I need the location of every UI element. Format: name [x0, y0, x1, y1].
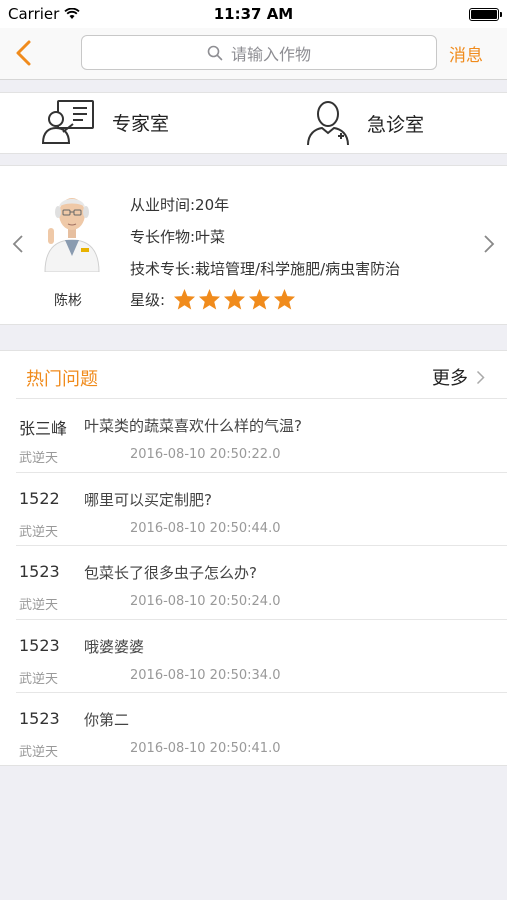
question-user: 1522: [19, 488, 60, 508]
question-text: 包菜长了很多虫子怎么办?: [84, 564, 257, 583]
expert-room-icon: [41, 100, 94, 144]
rating-label: 星级:: [130, 290, 166, 309]
chevron-left-icon: [12, 235, 23, 253]
back-button[interactable]: [10, 38, 40, 68]
chevron-right-icon: [476, 370, 485, 384]
expert-name: 陈彬: [54, 293, 82, 309]
question-item[interactable]: 1522 哪里可以买定制肥? 武逆天 2016-08-10 20:50:44.0: [16, 473, 507, 547]
status-bar: Carrier 11:37 AM: [0, 0, 507, 28]
star-icon: [249, 288, 271, 310]
hot-questions-section: 热门问题 更多 张三峰 叶菜类的蔬菜喜欢什么样的气温? 武逆天 2016-08-…: [0, 350, 507, 766]
question-user: 1523: [19, 709, 60, 729]
question-text: 叶菜类的蔬菜喜欢什么样的气温?: [84, 417, 302, 435]
search-placeholder: 请输入作物: [230, 44, 311, 64]
star-icon: [274, 288, 296, 310]
hot-questions-title: 热门问题: [26, 369, 98, 390]
question-author: 武逆天: [19, 745, 59, 761]
chevron-left-icon: [16, 40, 31, 66]
question-item[interactable]: 1523 你第二 武逆天 2016-08-10 20:50:41.0: [16, 693, 507, 767]
question-time: 2016-08-10 20:50:44.0: [130, 520, 281, 536]
search-input[interactable]: 请输入作物: [81, 35, 437, 70]
emergency-room-button[interactable]: 急诊室: [305, 99, 424, 147]
question-author: 武逆天: [19, 598, 59, 614]
next-expert-button[interactable]: [483, 234, 495, 258]
chevron-right-icon: [484, 235, 495, 253]
star-icon: [224, 288, 246, 310]
question-time: 2016-08-10 20:50:41.0: [130, 741, 281, 757]
question-text: 哦婆婆婆: [84, 637, 145, 656]
expert-experience: 从业时间:20年: [130, 196, 230, 214]
expert-card[interactable]: 陈彬 从业时间:20年 专长作物:叶菜 技术专长:栽培管理/科学施肥/病虫害防治…: [0, 165, 507, 325]
question-author: 武逆天: [19, 524, 59, 540]
question-time: 2016-08-10 20:50:22.0: [130, 447, 281, 462]
star-icon: [199, 288, 221, 310]
expert-avatar: [37, 190, 107, 273]
battery-icon: [469, 8, 502, 21]
navbar: 请输入作物 消息: [0, 28, 507, 80]
question-item[interactable]: 张三峰 叶菜类的蔬菜喜欢什么样的气温? 武逆天 2016-08-10 20:50…: [16, 399, 507, 473]
star-icon: [174, 288, 196, 310]
emergency-room-icon: [307, 101, 349, 146]
expert-rating: 星级:: [130, 288, 296, 310]
question-user: 1523: [19, 562, 60, 582]
question-author: 武逆天: [19, 451, 59, 466]
emergency-room-label: 急诊室: [367, 113, 425, 136]
expert-room-label: 专家室: [112, 112, 170, 135]
more-button[interactable]: 更多: [432, 364, 485, 390]
rooms-section: 专家室 急诊室: [0, 92, 507, 154]
search-icon: [207, 45, 223, 60]
star-rating: [173, 288, 296, 310]
expert-tech-specialty: 技术专长:栽培管理/科学施肥/病虫害防治: [130, 260, 401, 278]
question-user: 张三峰: [19, 419, 68, 438]
question-item[interactable]: 1523 包菜长了很多虫子怎么办? 武逆天 2016-08-10 20:50:2…: [16, 546, 507, 620]
expert-room-button[interactable]: 专家室: [40, 99, 169, 145]
question-time: 2016-08-10 20:50:34.0: [130, 667, 281, 683]
question-list: 张三峰 叶菜类的蔬菜喜欢什么样的气温? 武逆天 2016-08-10 20:50…: [0, 399, 507, 767]
status-time: 11:37 AM: [213, 5, 294, 23]
expert-specialty-crop: 专长作物:叶菜: [130, 228, 226, 246]
hot-questions-header: 热门问题 更多: [16, 351, 507, 399]
question-user: 1523: [19, 635, 60, 655]
doctor-avatar-icon: [44, 198, 100, 273]
question-author: 武逆天: [19, 671, 59, 687]
question-time: 2016-08-10 20:50:24.0: [130, 594, 281, 610]
prev-expert-button[interactable]: [12, 234, 24, 258]
question-text: 哪里可以买定制肥?: [84, 490, 212, 509]
more-label: 更多: [432, 368, 468, 389]
message-button[interactable]: 消息: [449, 41, 483, 66]
question-item[interactable]: 1523 哦婆婆婆 武逆天 2016-08-10 20:50:34.0: [16, 620, 507, 694]
question-text: 你第二: [84, 711, 130, 730]
